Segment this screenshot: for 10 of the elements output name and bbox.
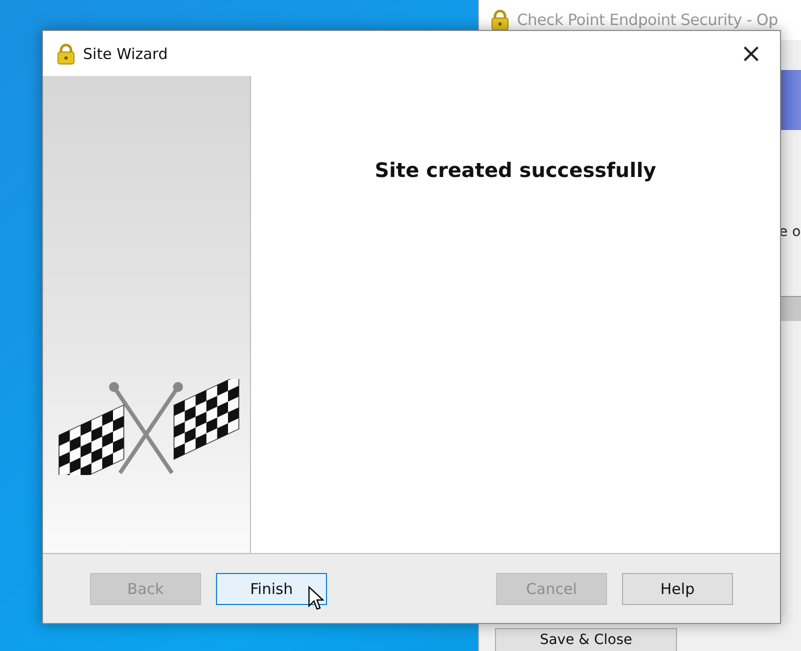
mouse-pointer-icon	[308, 586, 324, 612]
help-button[interactable]: Help	[622, 572, 733, 604]
window-title: Check Point Endpoint Security - Op	[517, 11, 778, 29]
success-heading: Site created successfully	[374, 158, 656, 184]
finish-button[interactable]: Finish	[216, 572, 327, 604]
save-close-button[interactable]: Save & Close	[495, 628, 677, 651]
close-button[interactable]: ×	[736, 40, 766, 66]
dialog-title: Site Wizard	[83, 44, 169, 62]
lock-icon	[491, 9, 509, 31]
lock-icon	[57, 42, 75, 64]
